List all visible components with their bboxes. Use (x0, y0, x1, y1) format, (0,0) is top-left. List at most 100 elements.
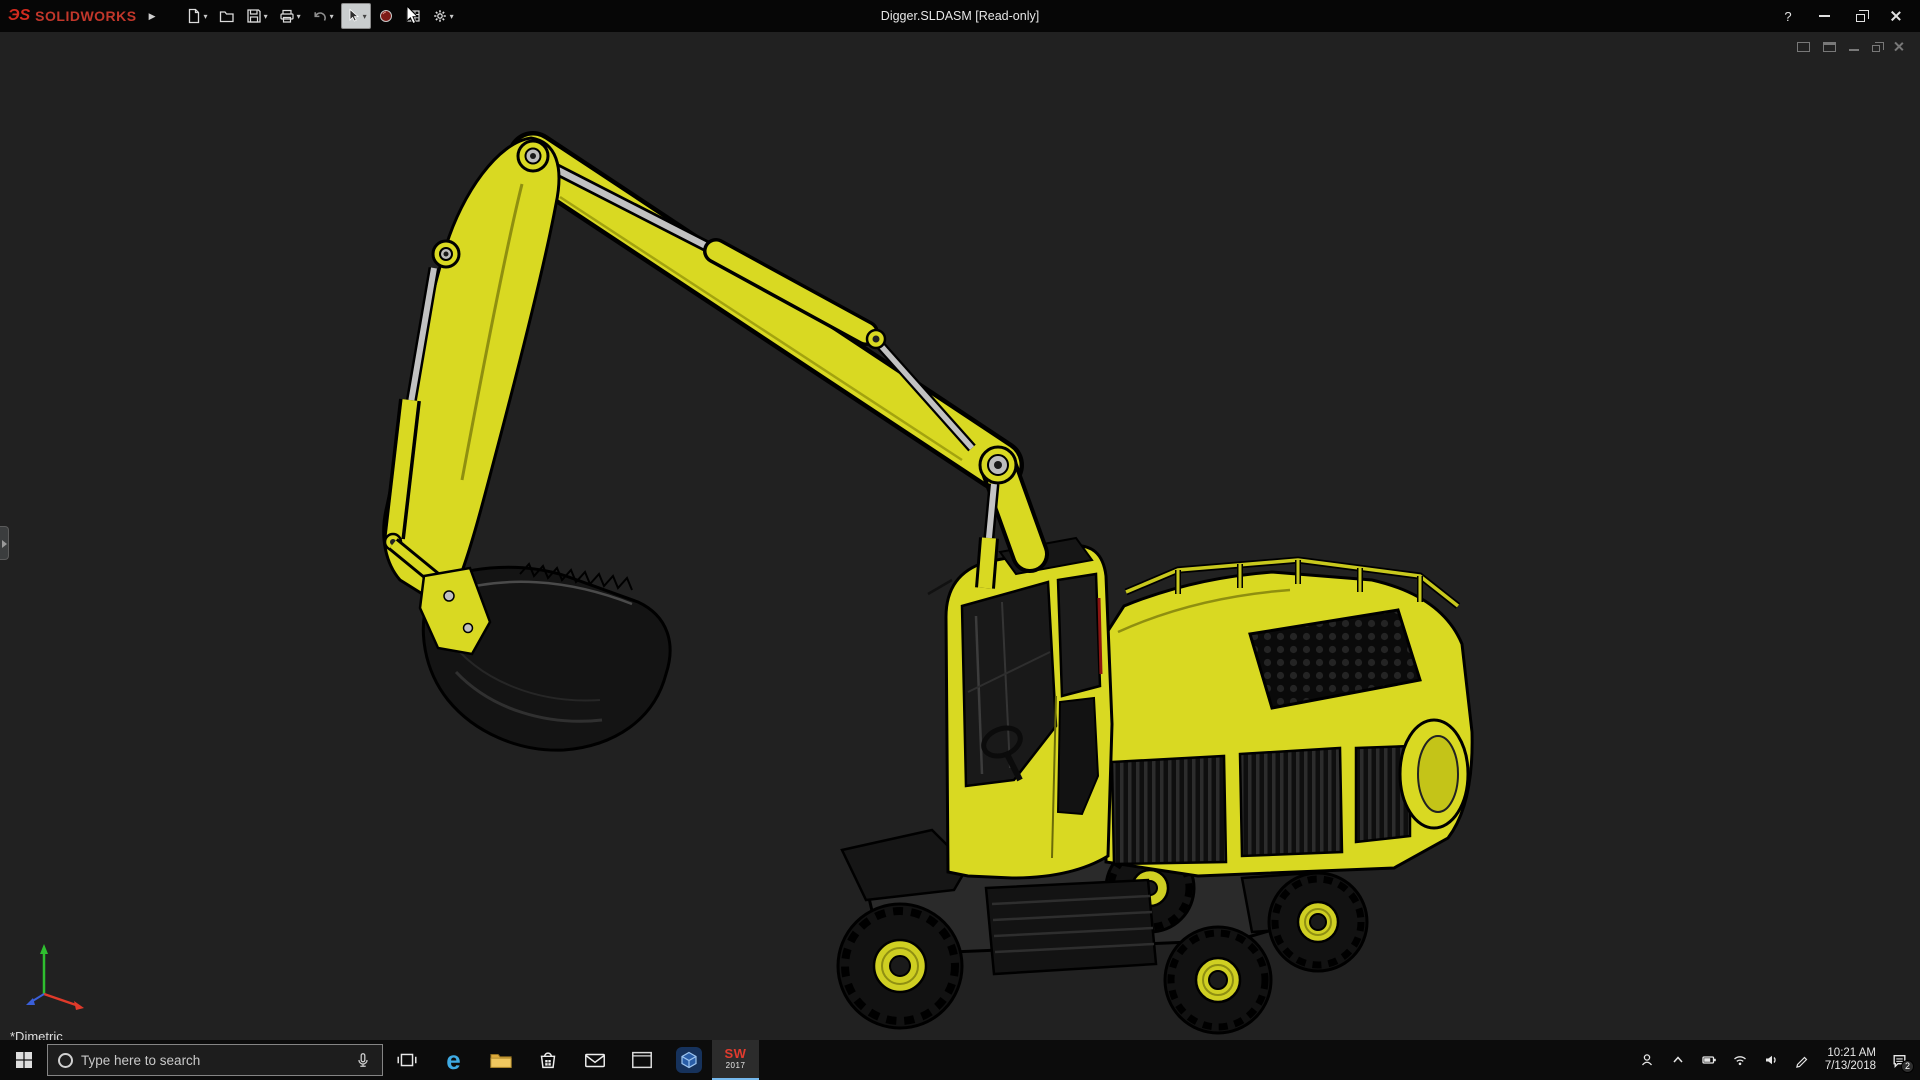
excavator-wheel-front[interactable] (836, 902, 964, 1030)
restore-icon (1855, 9, 1869, 22)
gear-icon (433, 10, 446, 22)
select-arrow-icon (349, 8, 359, 22)
excavator-model[interactable] (0, 32, 1920, 1040)
task-view-button[interactable] (383, 1040, 430, 1080)
undo-button[interactable]: ▾ (308, 3, 338, 29)
windows-ink-button[interactable] (1794, 1052, 1810, 1068)
save-button[interactable]: ▾ (242, 3, 272, 29)
mail-icon (584, 1053, 605, 1068)
save-icon (246, 9, 261, 23)
rebuild-icon (379, 10, 392, 22)
taskbar: e SW 20 (0, 1040, 1920, 1080)
excavator-engine-deck[interactable] (1104, 556, 1474, 878)
doc-minimize-icon[interactable] (1849, 48, 1859, 51)
doc-window-icon[interactable] (1797, 41, 1810, 52)
store-icon (540, 1052, 555, 1069)
doc-window-icon[interactable] (1823, 41, 1836, 52)
dropdown-caret-icon[interactable]: ▾ (330, 12, 334, 21)
taskbar-app-edge[interactable]: e (430, 1040, 477, 1080)
print-button[interactable]: ▾ (275, 3, 305, 29)
select-tool-button[interactable]: ▾ (340, 3, 371, 29)
solidworks-logo: ЭS SOLIDWORKS (0, 7, 137, 25)
start-button[interactable] (0, 1040, 47, 1080)
3ds-logo-icon: ЭS (8, 7, 31, 24)
window-controls: ? (1770, 0, 1920, 32)
taskbar-app-console[interactable] (618, 1040, 665, 1080)
system-tray: 10:21 AM 7/13/2018 2 (1639, 1047, 1920, 1074)
pen-icon (1795, 1056, 1808, 1068)
windows-logo-icon (15, 1052, 32, 1068)
document-window-controls (1797, 41, 1904, 52)
excavator-wheel-front-far[interactable] (1163, 925, 1273, 1035)
open-folder-icon (219, 11, 234, 23)
file-properties-icon (406, 10, 420, 22)
tray-overflow-button[interactable] (1670, 1052, 1686, 1068)
file-explorer-icon (489, 1054, 512, 1068)
solidworks-icon-year: 2017 (725, 1061, 746, 1070)
solidworks-icon-text: SW (724, 1046, 747, 1061)
undo-icon (314, 12, 326, 21)
close-icon (1890, 10, 1902, 22)
solidworks-2017-icon: SW 2017 (724, 1046, 747, 1072)
view-orientation-label: *Dimetric (10, 1029, 63, 1040)
help-label: ? (1784, 8, 1792, 24)
taskbar-clock[interactable]: 10:21 AM 7/13/2018 (1825, 1047, 1876, 1074)
cortana-icon (58, 1052, 73, 1068)
clock-time: 10:21 AM (1827, 1046, 1876, 1059)
close-button[interactable] (1878, 0, 1914, 32)
chevron-up-icon (1673, 1056, 1683, 1063)
new-document-icon (188, 8, 199, 24)
excavator-boom[interactable] (382, 131, 1049, 623)
dropdown-caret-icon[interactable]: ▾ (450, 12, 454, 21)
excavator-cab[interactable] (927, 536, 1114, 880)
microphone-icon[interactable] (354, 1051, 372, 1069)
doc-close-icon[interactable] (1893, 41, 1904, 52)
console-window-icon (631, 1051, 652, 1069)
cube-icon (675, 1047, 702, 1073)
help-button[interactable]: ? (1770, 0, 1806, 32)
minimize-button[interactable] (1806, 0, 1842, 32)
excavator-wheel-rear[interactable] (1267, 871, 1369, 973)
notification-badge: 2 (1901, 1059, 1914, 1073)
quick-access-toolbar: ▾ ▾ ▾ ▾ ▾ ▾ (182, 3, 458, 29)
panel-flyout-tab[interactable] (0, 526, 9, 560)
people-button[interactable] (1639, 1052, 1655, 1068)
taskbar-app-store[interactable] (524, 1040, 571, 1080)
dropdown-caret-icon[interactable]: ▾ (204, 12, 208, 21)
titlebar: ЭS SOLIDWORKS ▶ ▾ ▾ ▾ ▾ ▾ ▾ Digger.SLDAS… (0, 0, 1920, 32)
action-center-button[interactable]: 2 (1891, 1052, 1914, 1073)
taskbar-app-solidworks[interactable]: SW 2017 (712, 1040, 759, 1080)
network-button[interactable] (1732, 1052, 1748, 1068)
dropdown-caret-icon[interactable]: ▾ (297, 12, 301, 21)
taskbar-app-edrawings[interactable] (665, 1040, 712, 1080)
volume-button[interactable] (1763, 1052, 1779, 1068)
battery-icon (1702, 1056, 1716, 1064)
options-button[interactable]: ▾ (428, 3, 458, 29)
file-properties-button[interactable] (401, 3, 425, 29)
rebuild-button[interactable] (374, 3, 398, 29)
search-input[interactable] (81, 1052, 346, 1068)
wifi-icon (1733, 1056, 1746, 1066)
minimize-icon (1818, 15, 1830, 17)
print-icon (279, 9, 294, 23)
task-view-icon (396, 1053, 417, 1067)
taskbar-app-file-explorer[interactable] (477, 1040, 524, 1080)
speaker-icon (1765, 1055, 1776, 1065)
clock-date: 7/13/2018 (1824, 1060, 1876, 1072)
brand-name: SOLIDWORKS (35, 8, 137, 24)
people-icon (1641, 1054, 1652, 1066)
taskbar-app-mail[interactable] (571, 1040, 618, 1080)
toolbar-flyout-icon[interactable]: ▶ (149, 11, 156, 22)
maximize-button[interactable] (1842, 0, 1878, 32)
dropdown-caret-icon[interactable]: ▾ (264, 12, 268, 21)
taskbar-search[interactable] (47, 1044, 383, 1076)
edge-icon: e (446, 1045, 461, 1075)
graphics-viewport[interactable]: *Dimetric (0, 32, 1920, 1040)
orientation-triad (26, 944, 84, 1010)
doc-restore-icon[interactable] (1872, 41, 1884, 52)
battery-button[interactable] (1701, 1052, 1717, 1068)
open-button[interactable] (215, 3, 239, 29)
excavator-bucket[interactable] (418, 562, 672, 752)
new-document-button[interactable]: ▾ (182, 3, 212, 29)
dropdown-caret-icon[interactable]: ▾ (363, 12, 367, 21)
